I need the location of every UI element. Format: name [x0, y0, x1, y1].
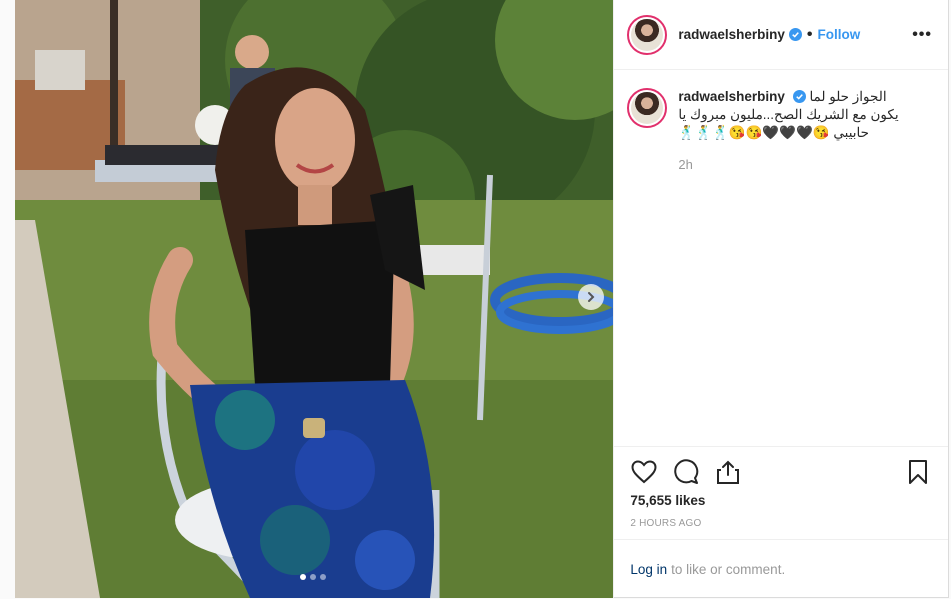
bookmark-icon [909, 460, 927, 484]
likes-count[interactable]: 75,655 likes [630, 493, 932, 508]
verified-badge-icon [792, 90, 806, 103]
carousel-dot [300, 574, 306, 580]
chevron-right-icon [588, 292, 595, 302]
post-timestamp: 2 HOURS AGO [630, 518, 702, 529]
login-prompt-text: to like or comment. [671, 561, 786, 577]
caption-timestamp: 2h [678, 157, 693, 172]
avatar[interactable] [627, 88, 668, 128]
carousel-dot [310, 574, 316, 580]
save-button[interactable] [904, 458, 932, 486]
post-sidebar: radwaelsherbiny • Follow ••• radwaelsher… [613, 0, 948, 598]
action-bar: 75,655 likes 2 HOURS AGO [614, 446, 948, 529]
more-options-button[interactable]: ••• [912, 26, 932, 44]
comment-button[interactable] [672, 458, 700, 486]
avatar-image [631, 92, 664, 124]
action-icons [630, 457, 932, 487]
caption-body: radwaelsherbiny الجواز حلو لما يكون مع ا… [678, 88, 918, 174]
username-link[interactable]: radwaelsherbiny [678, 27, 785, 42]
post-photo[interactable] [15, 0, 614, 598]
photo-image [15, 0, 614, 598]
login-link[interactable]: Log in [630, 562, 667, 577]
like-button[interactable] [630, 458, 658, 486]
caption-block: radwaelsherbiny الجواز حلو لما يكون مع ا… [614, 70, 948, 174]
carousel-dot [320, 574, 326, 580]
follow-button[interactable]: Follow [818, 27, 861, 42]
login-prompt: Log in to like or comment. [614, 539, 948, 598]
caption-username-link[interactable]: radwaelsherbiny [678, 89, 785, 104]
separator-dot: • [806, 25, 813, 43]
carousel-indicator [300, 574, 326, 580]
avatar-image [631, 18, 664, 51]
share-icon [717, 460, 740, 484]
avatar[interactable] [627, 14, 668, 55]
post-modal: radwaelsherbiny • Follow ••• radwaelsher… [15, 0, 949, 598]
carousel-next-button[interactable] [578, 284, 604, 310]
post-header: radwaelsherbiny • Follow ••• [614, 0, 948, 70]
share-button[interactable] [714, 458, 742, 486]
heart-icon [631, 460, 657, 484]
verified-badge-icon [788, 28, 802, 41]
comment-bubble-icon [674, 459, 699, 484]
